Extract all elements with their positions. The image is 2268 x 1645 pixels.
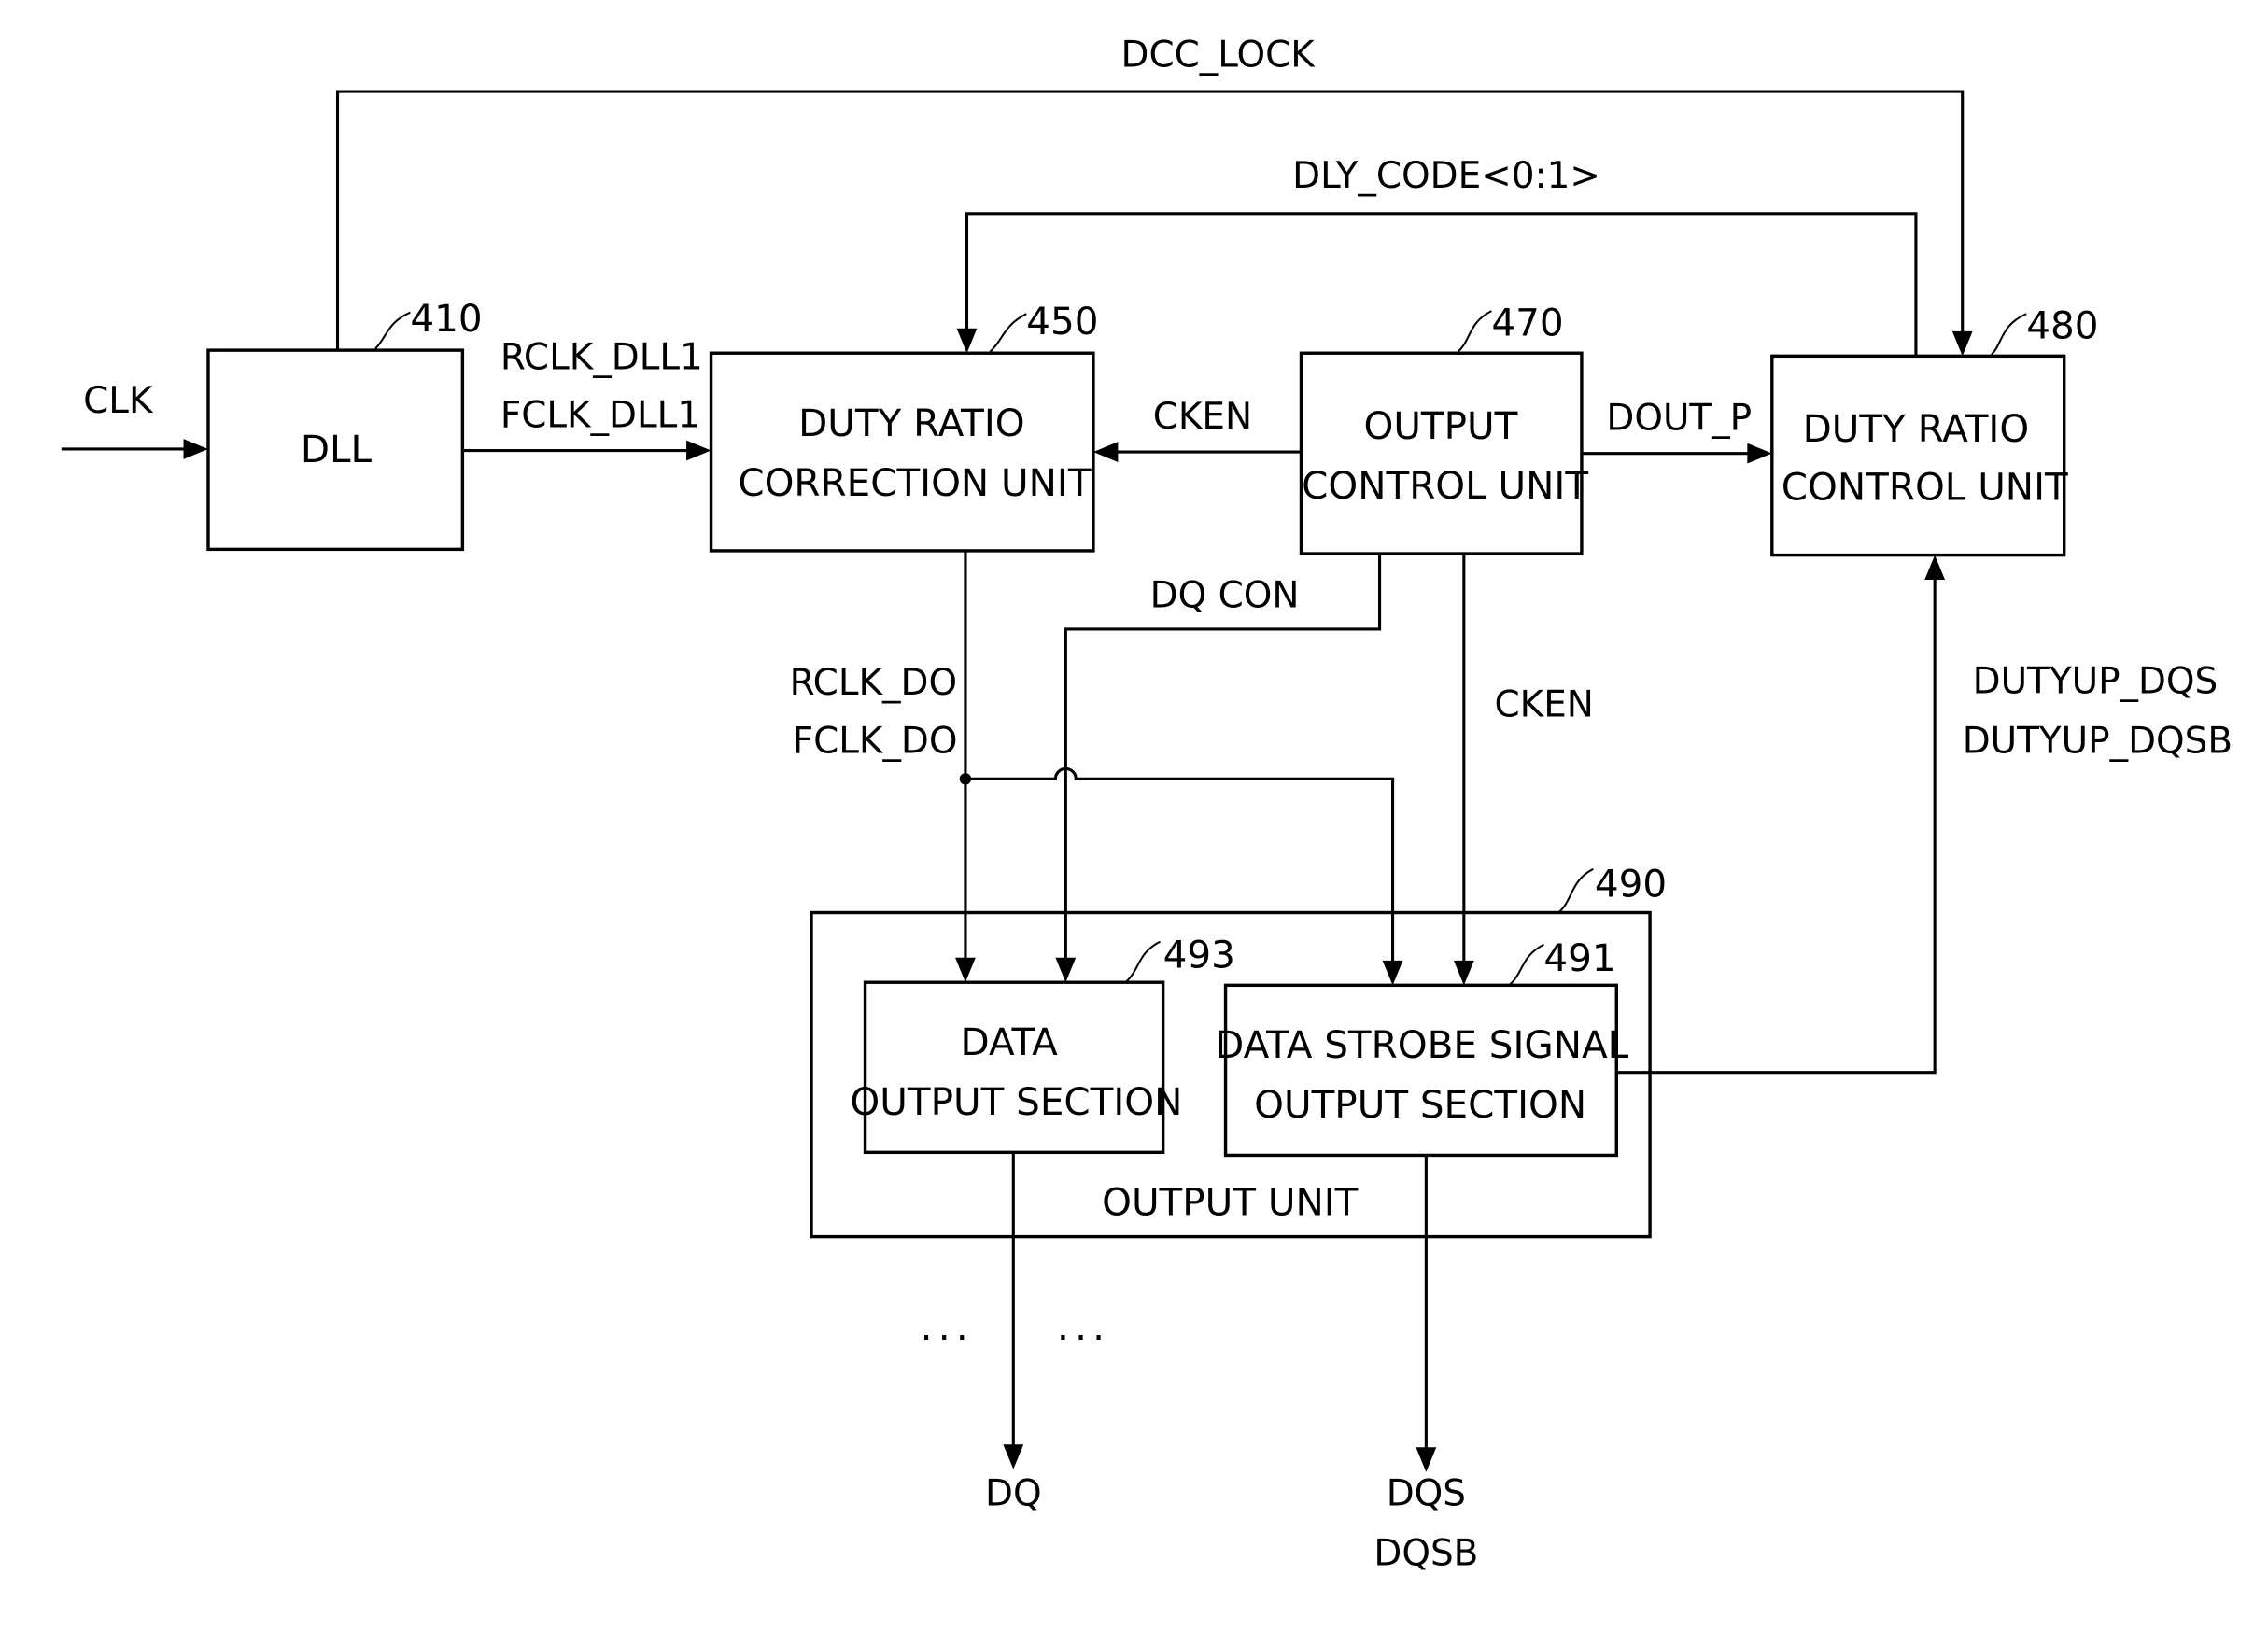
dout-p-label: DOUT_P	[1606, 398, 1752, 440]
dcc-lock-label: DCC_LOCK	[1120, 35, 1316, 77]
dutyup-dqs-label: DUTYUP_DQS	[1973, 660, 2219, 702]
duty-ratio-correction-box	[709, 351, 1095, 553]
output-control-label-line1: OUTPUT	[1363, 403, 1517, 448]
cken-left-label: CKEN	[1153, 396, 1252, 438]
duty-ratio-control-block: DUTY RATIO CONTROL UNIT 480	[1770, 303, 2098, 557]
dqsb-label: DQSB	[1373, 1532, 1478, 1574]
ref-410: 410	[410, 296, 482, 341]
dutyup-dqsb-label: DUTYUP_DQSB	[1963, 720, 2233, 762]
arrow-head-icon	[956, 328, 978, 354]
ref-450: 450	[1026, 299, 1098, 344]
dqs-output-section-label-line1: DATA STROBE SIGNAL	[1215, 1022, 1628, 1067]
ellipsis-left: ...	[921, 1304, 974, 1349]
data-output-section-box	[863, 980, 1165, 1155]
dutyup-wire	[1616, 555, 1946, 1075]
dll-block: DLL 410	[206, 296, 483, 552]
ref-480: 480	[2026, 303, 2098, 348]
ref-491: 491	[1543, 935, 1615, 980]
duty-ratio-correction-label-line1: DUTY RATIO	[798, 401, 1025, 445]
cken-left-wire	[1092, 442, 1302, 462]
ref-leader-450	[989, 313, 1027, 353]
arrow-head-icon	[1951, 330, 1973, 357]
dly-code-wire	[956, 212, 1918, 357]
ref-493: 493	[1163, 933, 1235, 977]
output-control-block: OUTPUT CONTROL UNIT 470	[1299, 301, 1588, 555]
data-output-section-label-line2: OUTPUT SECTION	[850, 1079, 1182, 1124]
dout-p-wire	[1581, 443, 1772, 464]
ref-leader-470	[1457, 310, 1492, 353]
dq-label: DQ	[985, 1473, 1042, 1515]
rclk-do-label: RCLK_DO	[790, 662, 958, 704]
arrow-head-icon	[1747, 443, 1772, 464]
ref-leader-480	[1991, 313, 2027, 356]
dly-code-label: DLY_CODE<0:1>	[1292, 155, 1600, 197]
dll-label: DLL	[301, 427, 373, 471]
arrow-head-icon	[1416, 1447, 1437, 1472]
fclk-dll1-label: FCLK_DLL1	[500, 395, 700, 437]
ref-leader-410	[374, 311, 411, 350]
clk-label: CLK	[83, 380, 154, 422]
duty-ratio-correction-label-line2: CORRECTION UNIT	[738, 460, 1092, 505]
dqs-output-section-box	[1223, 983, 1618, 1158]
ref-leader-490	[1557, 867, 1594, 914]
arrow-head-icon	[183, 439, 208, 459]
arrow-head-icon	[1924, 555, 1946, 581]
arrow-head-icon	[1003, 1444, 1024, 1469]
fclk-do-label: FCLK_DO	[793, 720, 958, 762]
arrow-head-icon	[1092, 442, 1119, 462]
duty-ratio-control-box	[1770, 354, 2066, 557]
arrow-head-icon	[686, 440, 711, 461]
block-diagram: DLL 410 DUTY RATIO CORRECTION UNIT 450 O…	[61, 35, 2233, 1574]
dqs-label: DQS	[1387, 1473, 1466, 1515]
output-control-box	[1299, 351, 1584, 555]
output-control-label-line2: CONTROL UNIT	[1302, 463, 1588, 508]
clk-input-wire	[61, 439, 208, 459]
ellipsis-right: ...	[1057, 1304, 1110, 1349]
dqs-output-section-label-line2: OUTPUT SECTION	[1254, 1082, 1586, 1127]
cken-down-label: CKEN	[1495, 683, 1594, 725]
duty-ratio-control-label-line2: CONTROL UNIT	[1782, 464, 2068, 509]
rclk-dll1-label: RCLK_DLL1	[500, 336, 703, 378]
output-unit-label: OUTPUT UNIT	[1102, 1179, 1359, 1224]
dcc-lock-wire	[335, 90, 1973, 357]
dq-con-label: DQ CON	[1150, 575, 1300, 617]
duty-ratio-control-label-line1: DUTY RATIO	[1803, 406, 2030, 451]
ref-470: 470	[1491, 301, 1563, 345]
data-output-section-label-line1: DATA	[961, 1019, 1059, 1064]
ref-490: 490	[1595, 861, 1667, 906]
duty-ratio-correction-block: DUTY RATIO CORRECTION UNIT 450	[709, 299, 1099, 553]
rclk-fclk-dll1-wire	[462, 440, 711, 461]
